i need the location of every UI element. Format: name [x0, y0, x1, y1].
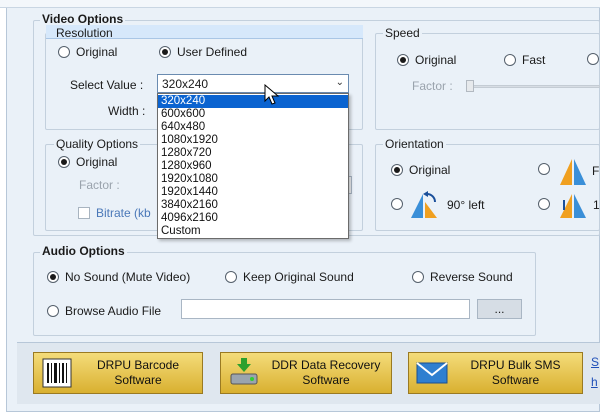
side-link-line1[interactable]: S: [591, 352, 599, 372]
resolution-user-defined-radio[interactable]: User Defined: [159, 45, 247, 59]
speed-third-radio[interactable]: [587, 53, 599, 65]
rotate-left-icon: [411, 191, 437, 218]
radio-dot: [587, 53, 599, 65]
checkbox-box: [78, 207, 90, 219]
width-label: Width :: [108, 104, 146, 118]
audio-browse-radio[interactable]: Browse Audio File: [47, 304, 161, 318]
top-strip: [0, 0, 600, 8]
resolution-option[interactable]: 320x240: [158, 95, 348, 108]
radio-dot: [391, 198, 403, 210]
bitrate-checkbox[interactable]: Bitrate (kb: [78, 206, 151, 220]
orientation-rotate-left-radio[interactable]: [391, 198, 403, 210]
quality-original-radio[interactable]: Original: [58, 155, 117, 169]
promo-barcode-software[interactable]: DRPU Barcode Software: [33, 352, 203, 394]
orientation-rotate-left-label: 90° left: [447, 198, 485, 212]
radio-label: Reverse Sound: [430, 270, 513, 284]
promo-line2: Software: [302, 373, 350, 387]
mouse-cursor-icon: [264, 84, 280, 105]
video-options-title: Video Options: [40, 12, 126, 26]
promo-line1: DRPU Barcode: [96, 358, 180, 372]
speed-factor-slider[interactable]: [466, 85, 600, 88]
orientation-rotate-right-radio[interactable]: [538, 198, 550, 210]
resolution-option[interactable]: 3840x2160: [158, 199, 348, 212]
quality-title: Quality Options: [54, 137, 141, 151]
chevron-down-icon[interactable]: ⌄: [336, 77, 344, 88]
flip-horizontal-icon: [560, 159, 586, 185]
barcode-icon: [42, 358, 72, 388]
resolution-option[interactable]: 600x600: [158, 108, 348, 121]
speed-factor-slider-thumb[interactable]: [466, 80, 474, 92]
browse-audio-button[interactable]: ...: [477, 299, 522, 319]
promo-text: DRPU Barcode Software: [74, 358, 202, 388]
radio-dot: [538, 198, 550, 210]
radio-dot: [397, 54, 409, 66]
audio-no-sound-radio[interactable]: No Sound (Mute Video): [47, 270, 190, 284]
audio-file-path-input[interactable]: [181, 299, 470, 319]
radio-dot: [225, 271, 237, 283]
radio-label: Original: [415, 53, 457, 67]
orientation-flip-radio[interactable]: [538, 163, 550, 175]
resolution-option[interactable]: 1920x1440: [158, 186, 348, 199]
radio-label: Original: [76, 155, 118, 169]
resolution-dropdown-list[interactable]: 320x240 600x600 640x480 1080x1920 1280x720 12…: [157, 93, 349, 239]
audio-options-title: Audio Options: [40, 244, 127, 258]
speed-original-radio[interactable]: Original: [397, 53, 456, 67]
hard-drive-download-icon: [230, 358, 258, 385]
radio-label: Original: [409, 163, 451, 177]
radio-dot: [538, 163, 550, 175]
radio-label: Fast: [522, 53, 546, 67]
radio-dot: [58, 156, 70, 168]
audio-reverse-sound-radio[interactable]: Reverse Sound: [412, 270, 513, 284]
speed-factor-label: Factor :: [412, 79, 453, 93]
orientation-original-radio[interactable]: Original: [391, 163, 450, 177]
resolution-option[interactable]: 1920x1080: [158, 173, 348, 186]
rotate-right-icon: [560, 194, 586, 218]
orientation-flip-label: F: [592, 164, 600, 178]
select-value-label: Select Value :: [70, 78, 144, 92]
promo-line1: DRPU Bulk SMS: [470, 358, 561, 372]
side-link-line2[interactable]: h: [591, 372, 599, 392]
promo-text: DRPU Bulk SMS Software: [449, 358, 582, 388]
resolution-original-radio[interactable]: Original: [58, 45, 117, 59]
radio-dot: [391, 164, 403, 176]
promo-data-recovery-software[interactable]: DDR Data Recovery Software: [220, 352, 392, 394]
radio-dot: [504, 54, 516, 66]
radio-label: Keep Original Sound: [243, 270, 354, 284]
resolution-option[interactable]: 1280x960: [158, 160, 348, 173]
envelope-icon: [416, 362, 448, 384]
promo-line1: DDR Data Recovery: [271, 358, 381, 372]
resolution-option[interactable]: 1280x720: [158, 147, 348, 160]
orientation-title: Orientation: [383, 137, 446, 151]
resolution-option[interactable]: 640x480: [158, 121, 348, 134]
promo-text: DDR Data Recovery Software: [261, 358, 391, 388]
promo-line2: Software: [114, 373, 162, 387]
speed-group: [375, 33, 600, 130]
resolution-title: Resolution: [56, 26, 113, 40]
radio-label: User Defined: [177, 45, 248, 59]
speed-fast-radio[interactable]: Fast: [504, 53, 545, 67]
radio-label: Original: [76, 45, 118, 59]
audio-keep-sound-radio[interactable]: Keep Original Sound: [225, 270, 354, 284]
bitrate-label: Bitrate (kb: [96, 206, 151, 220]
radio-dot: [412, 271, 424, 283]
resolution-combo[interactable]: 320x240 ⌄: [157, 74, 349, 93]
quality-factor-label: Factor :: [79, 178, 120, 192]
radio-dot: [159, 46, 171, 58]
resolution-option[interactable]: 1080x1920: [158, 134, 348, 147]
radio-dot: [58, 46, 70, 58]
speed-title: Speed: [383, 26, 422, 40]
orientation-rotate-right-label: 1: [593, 198, 600, 212]
promo-bulk-sms-software[interactable]: DRPU Bulk SMS Software: [408, 352, 583, 394]
resolution-option[interactable]: Custom: [158, 225, 348, 238]
resolution-option[interactable]: 4096x2160: [158, 212, 348, 225]
promo-line2: Software: [491, 373, 540, 387]
radio-dot: [47, 271, 59, 283]
side-link[interactable]: S h: [591, 352, 599, 392]
radio-label: No Sound (Mute Video): [65, 270, 191, 284]
radio-label: Browse Audio File: [65, 304, 162, 318]
resolution-combo-value: 320x240: [162, 76, 209, 91]
radio-dot: [47, 305, 59, 317]
audio-options-group: [33, 252, 536, 336]
